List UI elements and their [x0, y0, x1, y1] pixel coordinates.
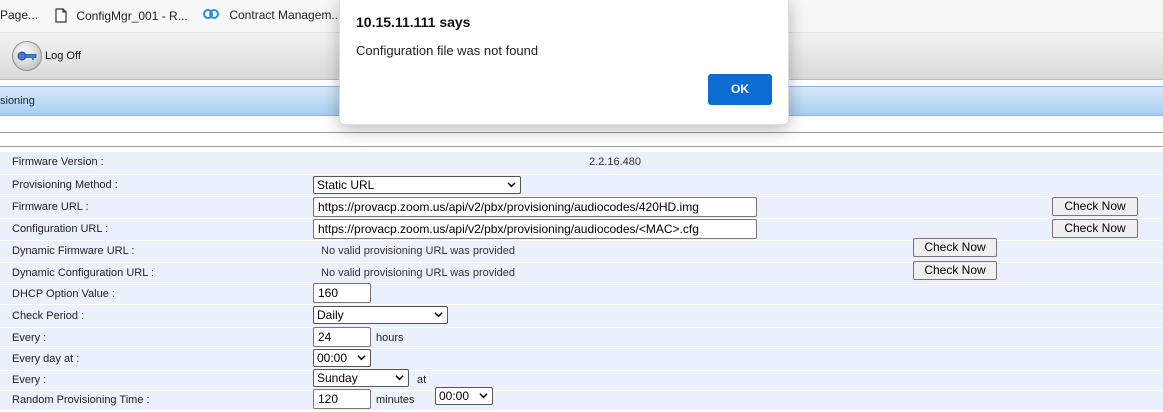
at-label: at: [417, 374, 427, 386]
provisioning-method-select[interactable]: Static URL: [313, 176, 521, 194]
dynamic-configuration-url-label: Dynamic Configuration URL :: [12, 267, 155, 279]
every-hours-label: Every :: [12, 332, 47, 344]
check-period-label: Check Period :: [12, 310, 85, 322]
random-provisioning-time-row: Random Provisioning Time : 120 minutes: [0, 388, 1163, 411]
chevron-down-icon: [395, 375, 404, 381]
every-day-at-time-select[interactable]: 00:00: [313, 349, 371, 367]
dhcp-option-label: DHCP Option Value :: [12, 288, 115, 300]
dynamic-firmware-url-label: Dynamic Firmware URL :: [12, 245, 135, 257]
dhcp-option-row: DHCP Option Value : 160: [0, 282, 1163, 305]
firmware-version-row: Firmware Version : 2.2.16.480: [0, 152, 1163, 175]
divider: [0, 132, 1163, 133]
alert-dialog: 10.15.11.111 says Configuration file was…: [339, 0, 789, 125]
provisioning-method-row: Provisioning Method : Static URL: [0, 174, 1163, 197]
divider: [0, 146, 1163, 147]
every-hours-input[interactable]: 24: [313, 327, 371, 347]
every-day-at-time-value: 00:00: [317, 351, 348, 365]
check-period-row: Check Period : Daily: [0, 305, 1163, 328]
chevron-down-icon: [434, 312, 443, 318]
random-provisioning-time-input[interactable]: 120: [313, 389, 371, 409]
bookmark-item[interactable]: Contract Managem...: [202, 8, 341, 23]
weekday-select[interactable]: Sunday: [313, 369, 409, 387]
document-icon: [55, 8, 67, 26]
weekday-value: Sunday: [317, 371, 358, 385]
firmware-url-check-now-button[interactable]: Check Now: [1052, 197, 1138, 216]
chevron-down-icon: [507, 182, 516, 188]
minutes-unit-label: minutes: [376, 394, 415, 406]
dynamic-firmware-url-value: No valid provisioning URL was provided: [321, 245, 516, 257]
dynamic-firmware-url-row: Dynamic Firmware URL : No valid provisio…: [0, 238, 1163, 263]
firmware-version-value: 2.2.16.480: [589, 156, 641, 168]
configuration-url-check-now-button[interactable]: Check Now: [1052, 219, 1138, 238]
firmware-url-input[interactable]: https://provacp.zoom.us/api/v2/pbx/provi…: [313, 197, 757, 217]
dialog-title: 10.15.11.111 says: [356, 14, 471, 30]
key-icon: [12, 41, 42, 71]
dialog-message: Configuration file was not found: [356, 43, 539, 58]
ok-button[interactable]: OK: [708, 74, 772, 105]
check-period-select[interactable]: Daily: [313, 306, 448, 324]
bookmark-item[interactable]: Page...: [0, 8, 38, 22]
every-weekday-label: Every :: [12, 374, 47, 386]
bookmark-label: Page...: [0, 8, 39, 22]
check-period-value: Daily: [317, 308, 344, 322]
link-icon: [202, 8, 220, 23]
firmware-url-label: Firmware URL :: [12, 201, 89, 213]
provisioning-method-label: Provisioning Method :: [12, 179, 118, 191]
hours-unit-label: hours: [376, 332, 404, 344]
every-hours-row: Every : 24 hours: [0, 326, 1163, 349]
chevron-down-icon: [357, 355, 366, 361]
provisioning-form: Firmware Version : 2.2.16.480 Provisioni…: [0, 152, 1163, 411]
configuration-url-input[interactable]: https://provacp.zoom.us/api/v2/pbx/provi…: [313, 219, 757, 239]
bookmark-label: Contract Managem...: [229, 8, 342, 22]
log-off-button[interactable]: Log Off: [12, 41, 81, 71]
log-off-label: Log Off: [45, 50, 81, 62]
every-day-at-label: Every day at :: [12, 353, 80, 365]
bookmark-item[interactable]: ConfigMgr_001 - R...: [55, 8, 188, 26]
page-title: sioning: [0, 95, 35, 107]
configuration-url-label: Configuration URL :: [12, 223, 109, 235]
dynamic-firmware-url-check-now-button[interactable]: Check Now: [913, 238, 997, 257]
random-provisioning-time-label: Random Provisioning Time :: [12, 394, 150, 406]
provisioning-method-value: Static URL: [317, 178, 375, 192]
bookmark-label: ConfigMgr_001 - R...: [76, 9, 188, 24]
firmware-version-label: Firmware Version :: [12, 156, 104, 168]
dhcp-option-input[interactable]: 160: [313, 283, 371, 303]
dynamic-configuration-url-value: No valid provisioning URL was provided: [321, 267, 516, 279]
dynamic-configuration-url-check-now-button[interactable]: Check Now: [913, 261, 997, 280]
firmware-url-row: Firmware URL : https://provacp.zoom.us/a…: [0, 196, 1163, 219]
